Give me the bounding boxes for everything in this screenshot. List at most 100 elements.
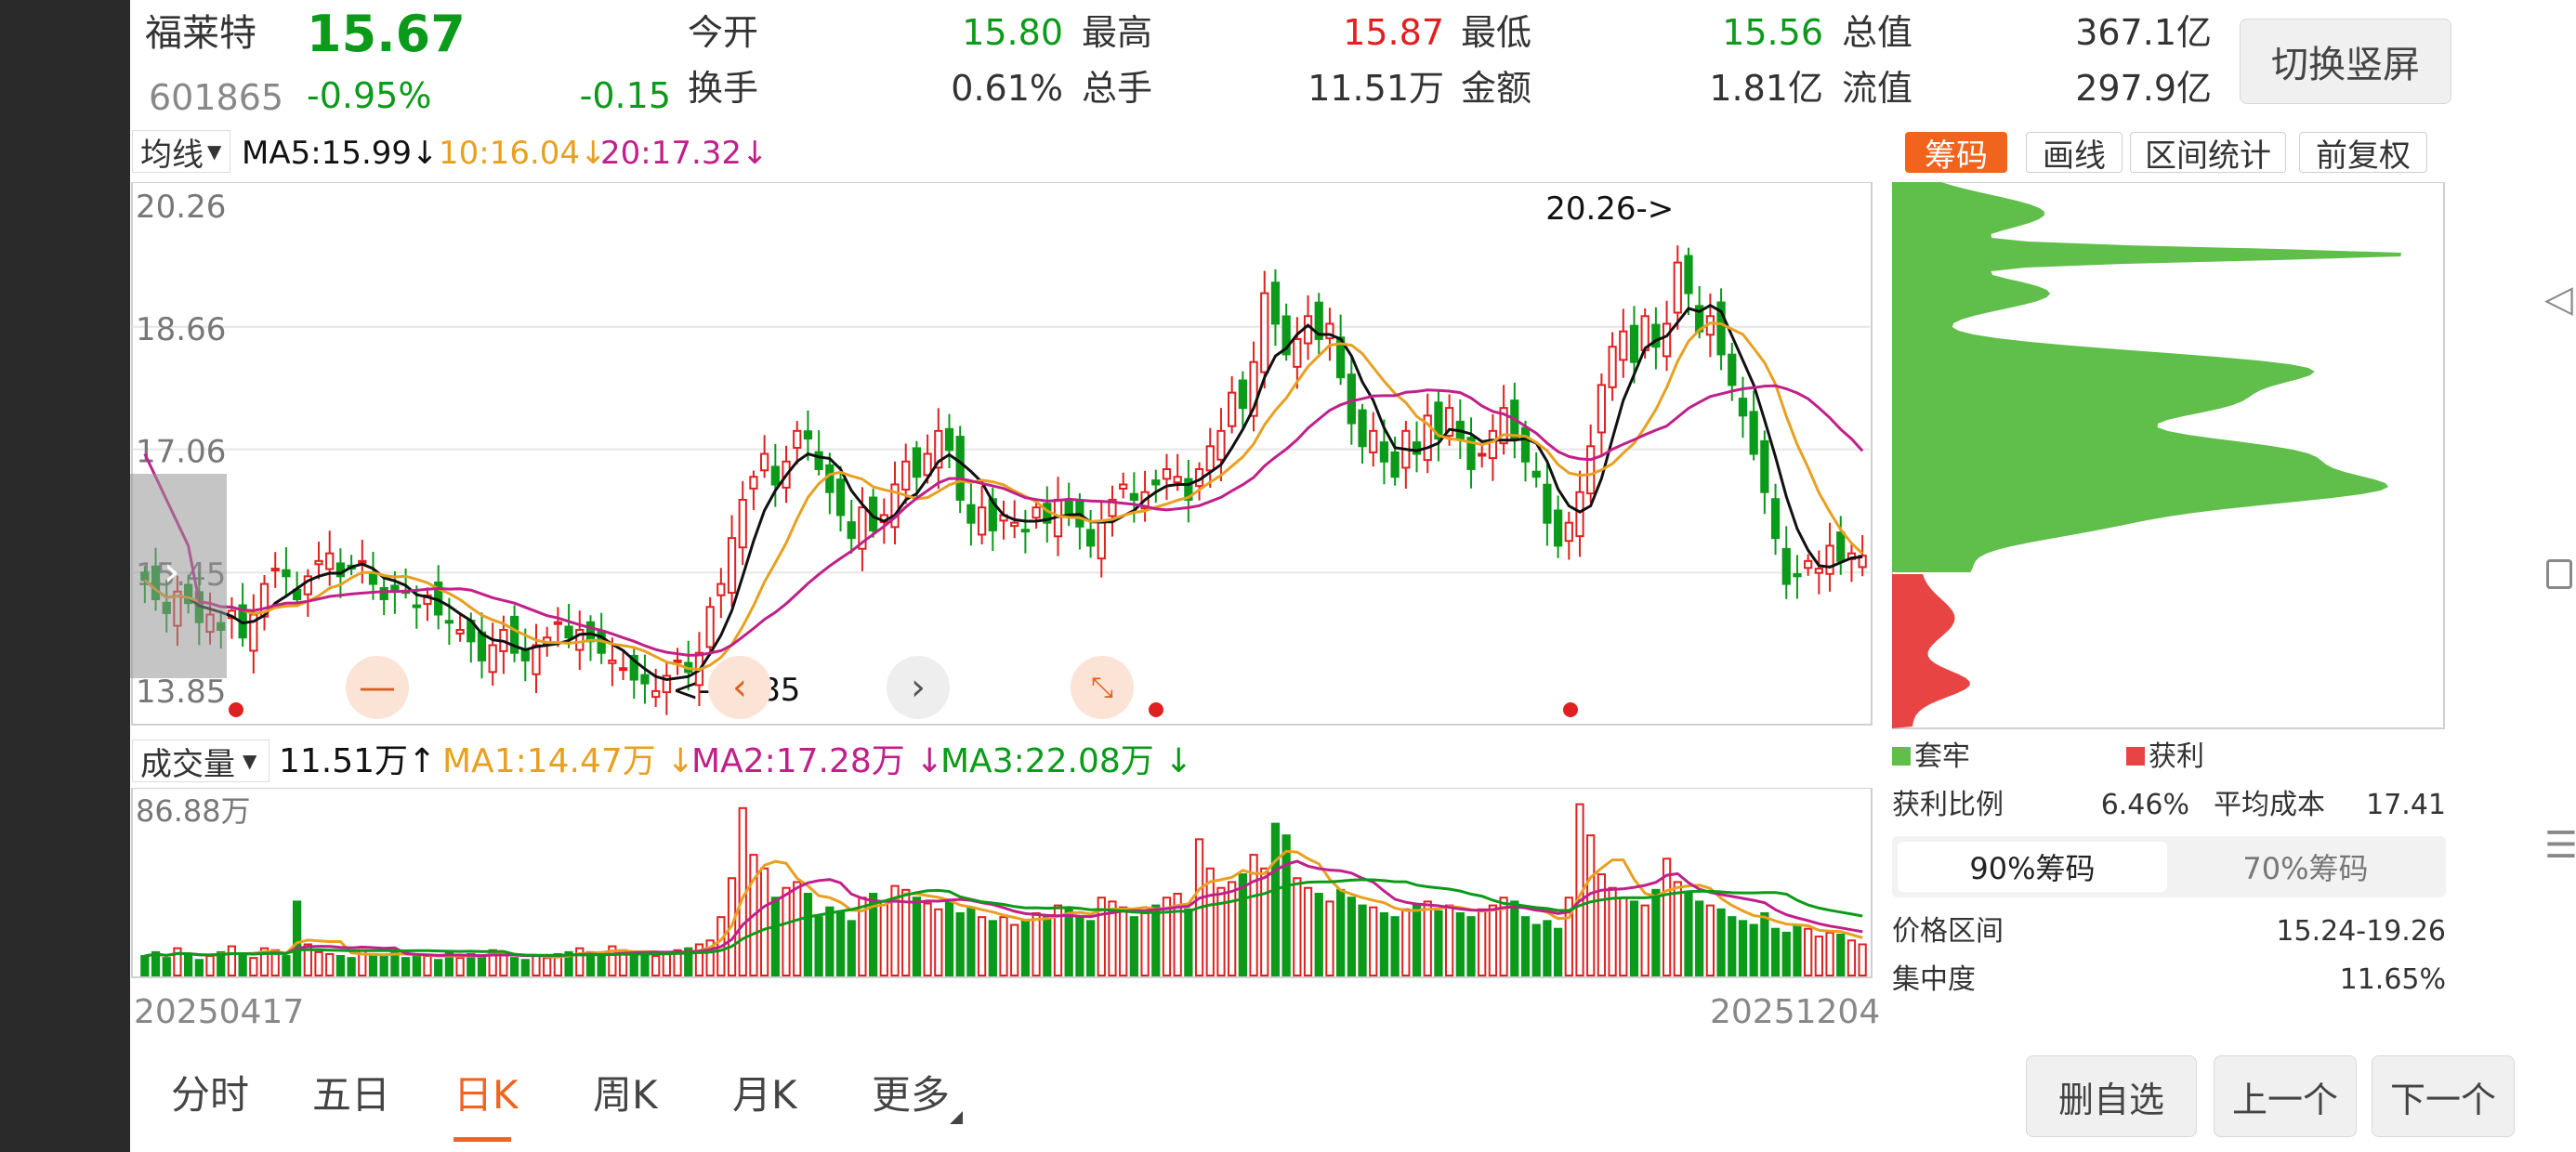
profit-ratio: 6.46%: [2100, 789, 2189, 821]
volume-bar: [1369, 906, 1378, 976]
zoom-in-button[interactable]: ⤡: [1071, 656, 1134, 719]
candle-body: [1804, 559, 1813, 569]
volume-bar: [227, 945, 237, 976]
candle-body: [760, 452, 769, 472]
stat-value: 15.87: [1343, 12, 1444, 53]
volume-bar: [1684, 893, 1693, 976]
volume-bar: [1520, 916, 1531, 976]
volume-bar: [1390, 916, 1400, 976]
chip-tab[interactable]: 筹码: [1905, 132, 2007, 175]
volume-bar: [1770, 927, 1781, 976]
volume-bar: [1379, 911, 1389, 976]
recents-nav-icon[interactable]: ☰: [2544, 827, 2576, 864]
next-stock-button[interactable]: 下一个: [2372, 1055, 2515, 1137]
volume-bar: [1651, 888, 1661, 976]
candle-body: [1684, 255, 1693, 295]
period-tab[interactable]: 更多: [872, 1076, 950, 1115]
volume-bar: [1553, 927, 1563, 976]
candle-body: [1173, 476, 1182, 484]
scroll-left-button[interactable]: ‹: [708, 656, 771, 719]
volume-chart[interactable]: 86.88万: [130, 788, 1877, 983]
volume-bar: [184, 952, 193, 977]
volume-bar: [1738, 920, 1748, 976]
system-nav-rail: ◁ ☰: [2543, 0, 2576, 1152]
volume-bar: [1510, 900, 1519, 976]
ma-selector[interactable]: 均线 ▼: [132, 130, 230, 174]
candle-body: [1575, 491, 1584, 538]
home-nav-icon[interactable]: [2546, 559, 2572, 589]
volume-bar: [770, 897, 780, 976]
period-tab[interactable]: 五日: [312, 1076, 390, 1115]
chip-tab[interactable]: 前复权: [2299, 132, 2427, 175]
candle-body: [618, 667, 628, 672]
chip-tab[interactable]: 画线: [2026, 132, 2123, 175]
scroll-right-button[interactable]: ›: [887, 656, 950, 719]
tab-90-chips[interactable]: 90%筹码: [1898, 842, 2167, 892]
volume-bar: [162, 957, 171, 976]
candle-body: [1085, 529, 1096, 547]
back-nav-icon[interactable]: ◁: [2544, 281, 2573, 318]
period-tab[interactable]: 月K: [732, 1076, 797, 1115]
volume-bar: [966, 906, 976, 976]
candle-body: [977, 506, 987, 536]
candle-body: [944, 427, 954, 452]
volume-bar: [379, 955, 388, 976]
volume-bar: [477, 955, 487, 976]
volume-bar: [292, 900, 302, 976]
start-date: 20250417: [134, 993, 305, 1031]
volume-bar: [879, 900, 888, 976]
stat-value: 297.9亿: [2075, 68, 2212, 109]
candle-body: [1478, 452, 1487, 457]
candle-body: [955, 436, 965, 501]
event-dot[interactable]: [229, 702, 243, 717]
switch-portrait-button[interactable]: 切换竖屏: [2240, 19, 2451, 104]
candle-body: [835, 478, 846, 517]
chip-tab[interactable]: 区间统计: [2130, 132, 2286, 175]
candle-body: [1010, 521, 1019, 528]
volume-bar: [532, 955, 541, 976]
candle-body: [770, 465, 780, 486]
candle-body: [1673, 261, 1682, 314]
remove-watchlist-button[interactable]: 删自选: [2026, 1055, 2197, 1137]
minus-icon: —: [359, 666, 396, 709]
zoom-out-button[interactable]: —: [346, 656, 409, 719]
volume-bar: [597, 955, 606, 976]
kline-chart[interactable]: 20.2618.6617.0615.4513.8520.26-><-13.85: [130, 182, 1877, 730]
indicator-selector[interactable]: 成交量 ▼: [132, 740, 269, 783]
candle-body: [1770, 498, 1781, 540]
profit-legend-swatch: [2126, 747, 2145, 766]
period-tab[interactable]: 分时: [171, 1076, 249, 1115]
volume-bar: [944, 900, 954, 976]
profit-legend: 获利: [2149, 740, 2204, 773]
candle-body: [966, 504, 976, 524]
volume-bar: [1140, 911, 1150, 976]
candle-body: [1543, 483, 1552, 524]
period-tab[interactable]: 周K: [593, 1076, 658, 1115]
event-dot[interactable]: [1563, 702, 1578, 717]
candle-body: [1531, 470, 1541, 478]
volume-bar: [835, 910, 846, 976]
volume-bar: [1119, 906, 1128, 976]
volume-bar: [194, 959, 204, 977]
volume-bar: [1032, 911, 1041, 976]
end-date: 20251204: [1710, 993, 1881, 1031]
volume-bar: [455, 957, 465, 976]
left-scroll-handle[interactable]: ›: [130, 474, 227, 678]
period-tab[interactable]: 日K: [453, 1076, 519, 1115]
candle-body: [553, 621, 563, 625]
volume-bar: [1401, 908, 1411, 977]
candle-body: [847, 521, 856, 540]
volume-bar: [368, 952, 378, 977]
previous-stock-button[interactable]: 上一个: [2214, 1055, 2357, 1137]
vol-ma2-value: MA2:17.28万: [691, 742, 905, 780]
candle-body: [738, 498, 747, 549]
tab-70-chips[interactable]: 70%筹码: [2171, 842, 2440, 892]
change-amount: -0.15: [579, 75, 671, 116]
event-dot[interactable]: [1149, 702, 1163, 717]
y-tick-label: 18.66: [136, 311, 226, 348]
volume-bar: [1020, 920, 1031, 976]
candle-body: [1347, 373, 1356, 425]
candle-body: [1488, 429, 1498, 460]
volume-bar: [1184, 908, 1193, 977]
candle-body: [1597, 384, 1607, 434]
